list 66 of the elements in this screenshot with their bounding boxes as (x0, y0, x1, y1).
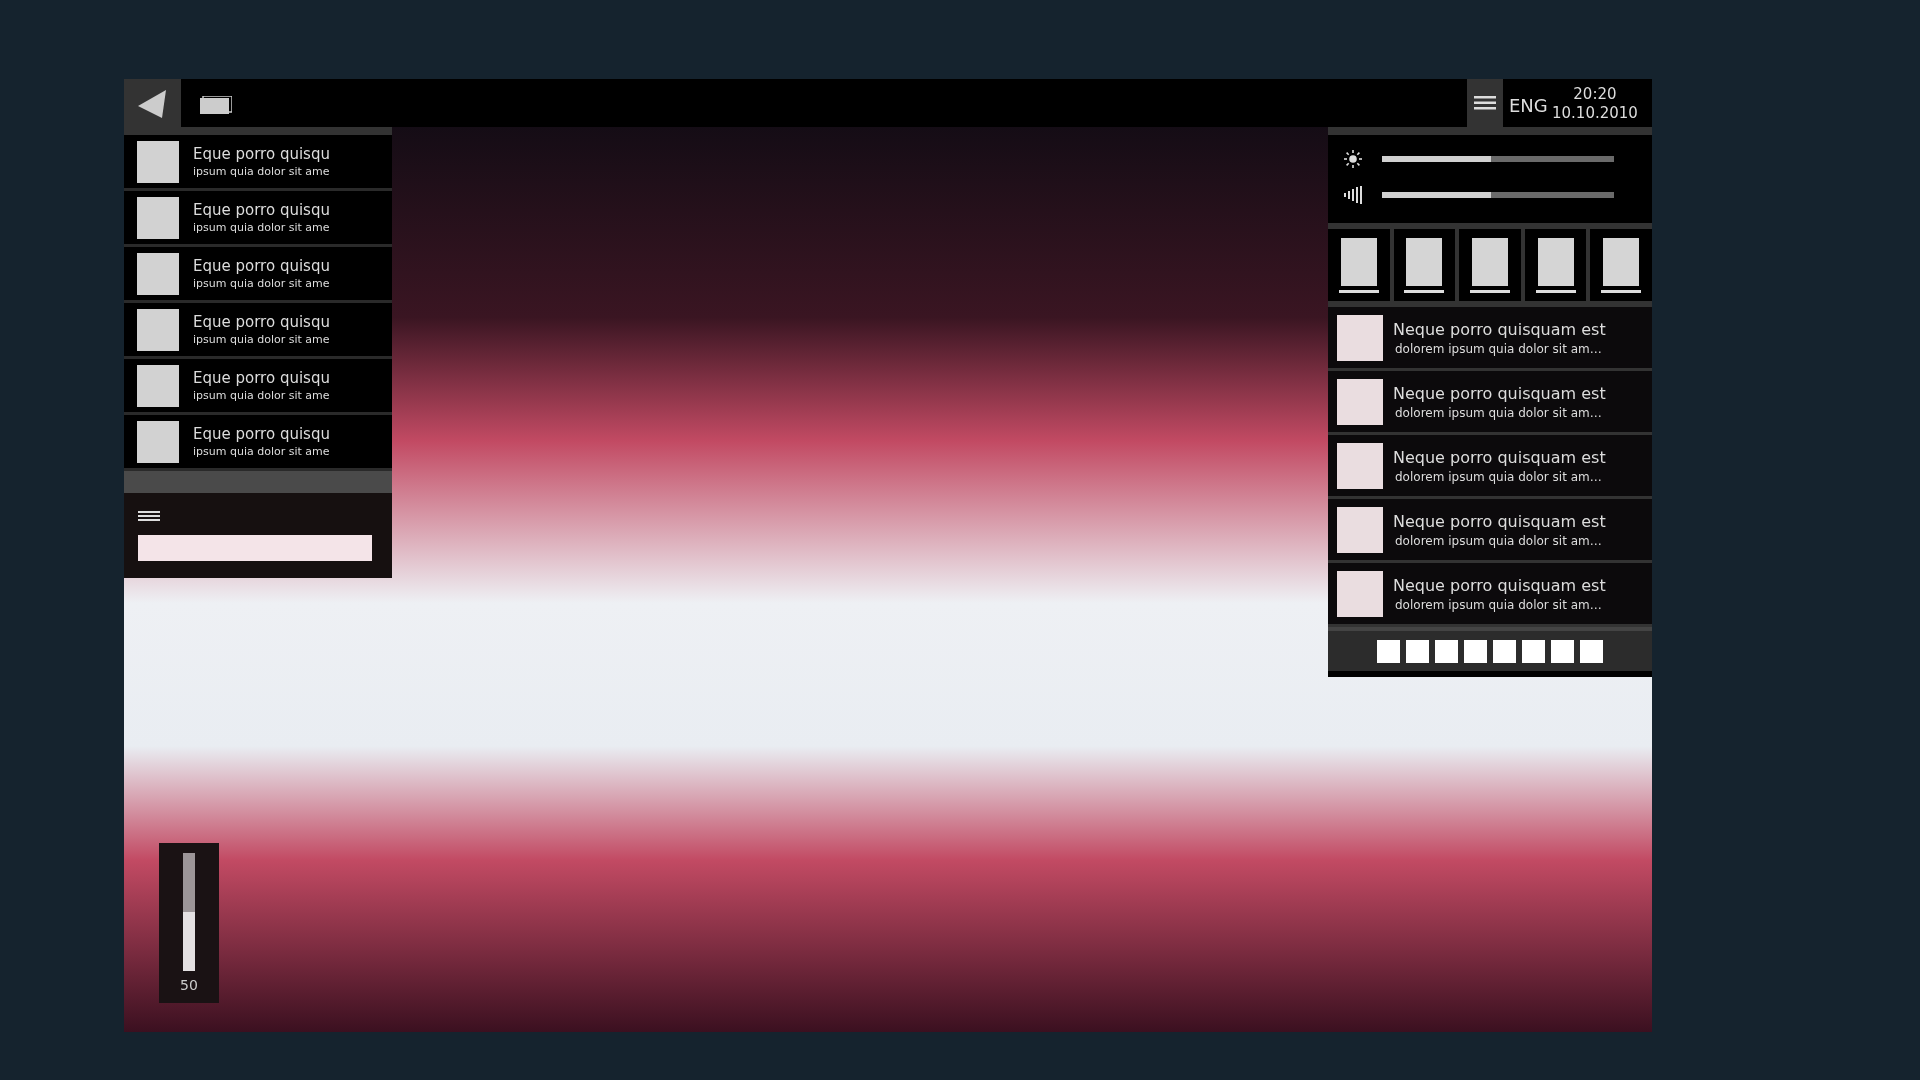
item-subtitle: ipsum quia dolor sit ame (193, 331, 330, 347)
item-title: Eque porro quisqu (193, 368, 330, 388)
menu-button[interactable] (1467, 79, 1503, 127)
thumbnail (137, 140, 179, 183)
thumbnail (1337, 314, 1383, 361)
item-title: Neque porro quisquam est (1393, 446, 1606, 469)
back-button[interactable] (124, 79, 181, 127)
slider-track[interactable] (1382, 156, 1614, 162)
menu-icon (1474, 96, 1496, 110)
thumbnail (137, 364, 179, 407)
dock-square[interactable] (1493, 639, 1516, 663)
dock-square[interactable] (1580, 639, 1603, 663)
item-subtitle: ipsum quia dolor sit ame (193, 275, 330, 291)
item-title: Eque porro quisqu (193, 312, 330, 332)
clock-date: 10.10.2010 (1552, 104, 1638, 123)
list-item[interactable]: Neque porro quisquam est dolorem ipsum quia dolor sit am… (1328, 435, 1652, 499)
item-subtitle: dolorem ipsum quia dolor sit am… (1394, 468, 1603, 485)
list-item[interactable]: Neque porro quisquam est dolorem ipsum quia dolor sit am… (1328, 307, 1652, 371)
signal-bars-icon (1344, 186, 1362, 204)
app-tile[interactable] (1590, 229, 1652, 301)
app-tile[interactable] (1393, 229, 1456, 301)
search-field[interactable] (138, 535, 372, 561)
item-subtitle: ipsum quia dolor sit ame (193, 443, 330, 459)
item-subtitle: dolorem ipsum quia dolor sit am… (1394, 340, 1603, 357)
thumbnail (137, 252, 179, 295)
item-subtitle: dolorem ipsum quia dolor sit am… (1394, 596, 1603, 613)
dock-square[interactable] (1377, 639, 1400, 663)
item-title: Eque porro quisqu (193, 144, 330, 164)
slider-track[interactable] (1382, 192, 1614, 198)
menu-icon (138, 510, 160, 521)
dock-square[interactable] (1435, 639, 1458, 663)
item-subtitle: ipsum quia dolor sit ame (193, 387, 330, 403)
app-tile[interactable] (1524, 229, 1587, 301)
thumbnail (137, 308, 179, 351)
item-title: Neque porro quisquam est (1393, 574, 1606, 597)
dock-square[interactable] (1464, 639, 1487, 663)
slider-track[interactable] (183, 853, 195, 971)
thumbnail (1337, 378, 1383, 425)
item-title: Neque porro quisquam est (1393, 382, 1606, 405)
thumbnail (137, 196, 179, 239)
item-subtitle: dolorem ipsum quia dolor sit am… (1394, 532, 1603, 549)
thumbnail (137, 420, 179, 463)
item-subtitle: ipsum quia dolor sit ame (193, 163, 330, 179)
language-indicator[interactable]: ENG (1509, 92, 1548, 119)
item-title: Neque porro quisquam est (1393, 510, 1606, 533)
thumbnail (1337, 442, 1383, 489)
volume-reading: 50 (180, 976, 198, 995)
item-title: Eque porro quisqu (193, 256, 330, 276)
thumbnail (1337, 506, 1383, 553)
list-item[interactable]: Neque porro quisquam est dolorem ipsum quia dolor sit am… (1328, 499, 1652, 563)
dock-square[interactable] (1522, 639, 1545, 663)
dock-square[interactable] (1551, 639, 1574, 663)
app-tile[interactable] (1459, 229, 1521, 301)
item-title: Eque porro quisqu (193, 424, 330, 444)
item-subtitle: dolorem ipsum quia dolor sit am… (1394, 404, 1603, 421)
brightness-icon (1344, 150, 1362, 168)
thumbnail (1337, 570, 1383, 617)
item-title: Eque porro quisqu (193, 200, 330, 220)
dock-square[interactable] (1406, 639, 1429, 663)
app-tile[interactable] (1328, 229, 1390, 301)
clock-time: 20:20 (1572, 85, 1618, 104)
item-subtitle: ipsum quia dolor sit ame (193, 219, 330, 235)
list-item[interactable]: Neque porro quisquam est dolorem ipsum quia dolor sit am… (1328, 563, 1652, 627)
item-title: Neque porro quisquam est (1393, 318, 1606, 341)
list-item[interactable]: Neque porro quisquam est dolorem ipsum quia dolor sit am… (1328, 371, 1652, 435)
window-icon (200, 96, 232, 114)
